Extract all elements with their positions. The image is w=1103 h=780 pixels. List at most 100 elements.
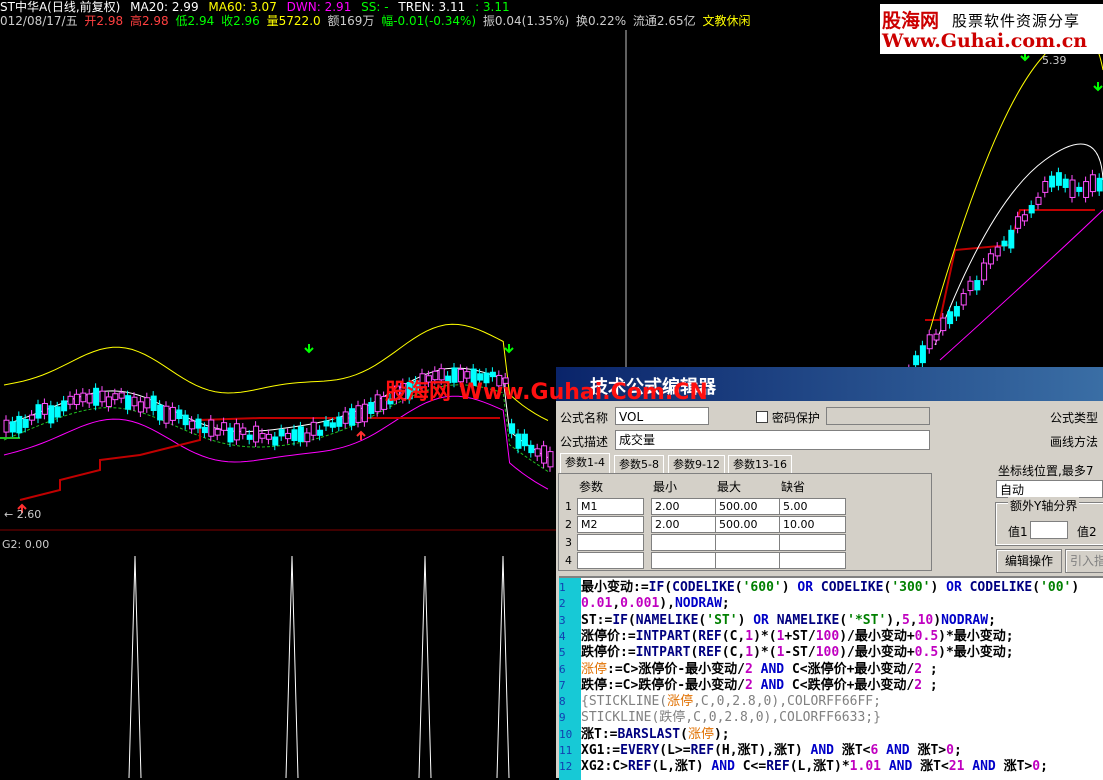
password-input[interactable] [826, 407, 930, 425]
candle-body [310, 421, 317, 436]
password-checkbox[interactable] [756, 411, 768, 423]
ma60-readout: MA60: 3.07 [208, 0, 277, 14]
candle-body [547, 451, 554, 468]
code-line[interactable]: 1 最小变动:=IF(CODELIKE('600') OR CODELIKE('3… [559, 580, 1079, 596]
candle-body [227, 427, 234, 443]
code-line[interactable]: 3 ST:=IF(NAMELIKE('ST') OR NAMELIKE('*ST'… [559, 613, 996, 629]
candle-body [240, 427, 247, 435]
candle-body [926, 334, 933, 350]
candle-body [67, 395, 74, 405]
param-min-cell[interactable] [651, 552, 718, 569]
candle-body [541, 445, 548, 464]
line-number: 12 [559, 760, 573, 774]
formula-code-editor[interactable]: 1 最小变动:=IF(CODELIKE('600') OR CODELIKE('3… [559, 576, 1103, 780]
value1-input[interactable] [1030, 521, 1068, 539]
code-line[interactable]: 7 跌停:=C>跌停价-最小变动/2 AND C<跌停价+最小变动/2 ; [559, 678, 938, 694]
param-max-cell[interactable]: 500.00 [715, 516, 782, 533]
candle-body [214, 428, 221, 436]
candle-body [80, 392, 87, 403]
tab-params-9-12[interactable]: 参数9-12 [668, 455, 725, 474]
axis-position-input[interactable]: 自动 [996, 480, 1103, 498]
password-label: 密码保护 [771, 411, 820, 425]
code-line[interactable]: 12 XG2:C>REF(L,涨T) AND C<=REF(L,涨T)*1.01 … [559, 759, 1048, 775]
param-def-cell[interactable] [779, 552, 846, 569]
code-line[interactable]: 5 跌停价:=INTPART(REF(C,1)*(1-ST/100)/最小变动+0… [559, 645, 1014, 661]
import-indicator-button[interactable]: 引入指 [1065, 549, 1103, 573]
params-table: 参数 最小 最大 缺省 1 M1 2.00 500.00 5.00 2 M2 2.00 500.… [558, 473, 932, 571]
param-min-cell[interactable]: 2.00 [651, 498, 718, 515]
param-row-number: 3 [565, 536, 572, 549]
param-def-cell[interactable] [779, 534, 846, 551]
candle-body [41, 402, 48, 415]
candle-body [246, 434, 253, 440]
param-max-cell[interactable]: 500.00 [715, 498, 782, 515]
tab-params-5-8[interactable]: 参数5-8 [614, 455, 664, 474]
candle-body [919, 345, 926, 364]
candle-body [297, 426, 304, 442]
candle-body [61, 400, 68, 412]
formula-editor-dialog[interactable]: 技术公式编辑器 公式名称 VOL 密码保护 公式类型 公式描述 成交量 画线方法… [556, 367, 1103, 780]
code-line[interactable]: 11 XG1:=EVERY(L>=REF(H,涨T),涨T) AND 涨T<6 A… [559, 743, 962, 759]
buy-arrow-icon [304, 344, 314, 354]
candle-body [118, 392, 125, 399]
line-number: 10 [559, 727, 573, 741]
extra-readout: : 3.11 [475, 0, 510, 14]
code-line[interactable]: 10 涨T:=BARSLAST(涨停); [559, 727, 730, 743]
tab-params-1-4[interactable]: 参数1-4 [560, 453, 610, 474]
indicator-spike [128, 555, 142, 778]
param-max-cell[interactable] [715, 534, 782, 551]
indicator-spike [496, 555, 510, 778]
param-name-cell[interactable] [577, 534, 644, 551]
close-readout: 收2.96 [221, 14, 260, 28]
date-readout: 012/08/17/五 [0, 14, 78, 28]
code-line[interactable]: 2 0.01,0.001),NODRAW; [559, 596, 730, 612]
sector-readout: 文教休闲 [702, 14, 751, 28]
amplitude-readout: 振0.04(1.35%) [482, 14, 570, 28]
candle-body [515, 433, 522, 449]
candle-body [1028, 205, 1035, 214]
param-name-cell[interactable] [577, 552, 644, 569]
candle-body [291, 429, 298, 441]
candle-body [16, 415, 23, 434]
high-readout: 高2.98 [129, 14, 169, 28]
candle-body [112, 393, 119, 401]
candle-body [1001, 240, 1008, 247]
tab-params-13-16[interactable]: 参数13-16 [728, 455, 792, 474]
edit-operation-button[interactable]: 编辑操作 [996, 549, 1062, 573]
turnover-readout: 换0.22% [575, 14, 627, 28]
stop-line-right [925, 209, 1095, 321]
candle-body [1096, 177, 1103, 192]
name-label: 公式名称 [560, 411, 609, 425]
param-def-cell[interactable]: 5.00 [779, 498, 846, 515]
code-line[interactable]: 8 {STICKLINE(涨停,C,0,2.8,0),COLORFF66FF; [559, 694, 881, 710]
code-line[interactable]: 6 涨停:=C>涨停价-最小变动/2 AND C<涨停价+最小变动/2 ; [559, 662, 938, 678]
param-max-cell[interactable] [715, 552, 782, 569]
param-name-cell[interactable]: M2 [577, 516, 644, 533]
line-number: 4 [559, 629, 566, 643]
candle-body [1049, 175, 1056, 188]
param-min-cell[interactable] [651, 534, 718, 551]
line-number: 5 [559, 646, 566, 660]
candle-body [208, 419, 215, 437]
candle-body [521, 433, 528, 447]
indicator-label: G2: 0.00 [2, 538, 50, 551]
param-name-cell[interactable]: M1 [577, 498, 644, 515]
candle-body [176, 409, 183, 420]
password-checkbox-row[interactable]: 密码保护 [756, 409, 820, 426]
indicator-spike [285, 555, 299, 778]
code-line[interactable]: 4 涨停价:=INTPART(REF(C,1)*(1+ST/100)/最小变动+0… [559, 629, 1014, 645]
candle-body [933, 333, 940, 341]
candle-body [994, 246, 1001, 257]
indicator-spike [418, 555, 432, 778]
candle-body [195, 418, 202, 429]
candle-body [1035, 196, 1042, 205]
site-logo: 股海网 股票软件资源分享 Www.Guhai.com.cn [880, 4, 1103, 54]
desc-input[interactable]: 成交量 [615, 430, 930, 450]
draw-method-label: 画线方法 [1050, 435, 1099, 449]
param-min-cell[interactable]: 2.00 [651, 516, 718, 533]
yaxis-group-label: 额外Y轴分界 [1008, 497, 1080, 514]
param-def-cell[interactable]: 10.00 [779, 516, 846, 533]
name-input[interactable]: VOL [615, 407, 709, 425]
param-row-number: 2 [565, 518, 572, 531]
code-line[interactable]: 9 STICKLINE(跌停,C,0,2.8,0),COLORFF6633;} [559, 710, 881, 726]
